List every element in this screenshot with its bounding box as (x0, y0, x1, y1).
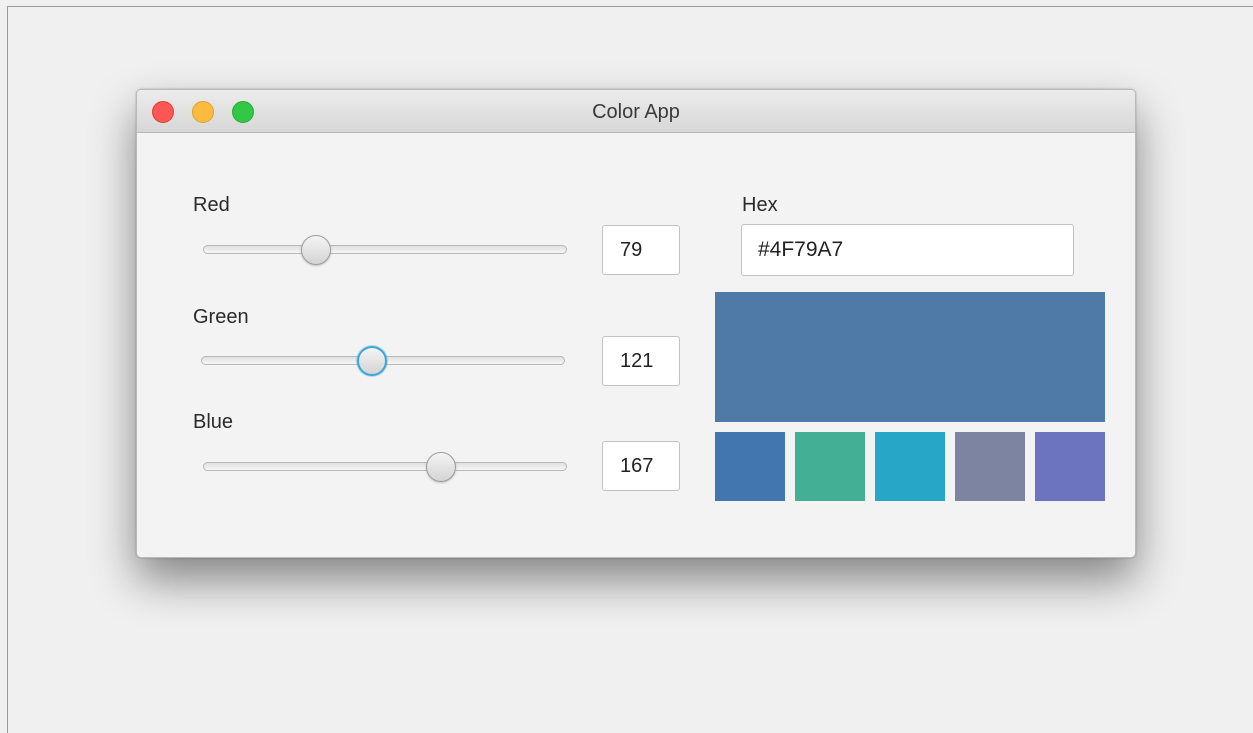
green-label: Green (193, 306, 249, 328)
green-slider[interactable] (201, 346, 565, 376)
palette-swatch[interactable] (795, 432, 865, 501)
palette-swatch[interactable] (875, 432, 945, 501)
palette-swatch[interactable] (1035, 432, 1105, 501)
hex-input[interactable] (741, 224, 1074, 276)
palette-swatch[interactable] (715, 432, 785, 501)
red-slider[interactable] (203, 235, 567, 265)
red-slider-track[interactable] (203, 245, 567, 254)
red-slider-thumb[interactable] (300, 235, 331, 265)
color-app-window: Color App Red 79 Green 121 Blue 167 Hex (136, 89, 1136, 558)
window-title: Color App (592, 101, 680, 123)
palette-swatch[interactable] (955, 432, 1025, 501)
blue-slider-thumb[interactable] (426, 452, 457, 482)
blue-label: Blue (193, 411, 234, 433)
red-value-field[interactable]: 79 (602, 225, 680, 275)
hex-label: Hex (742, 194, 778, 216)
title-bar[interactable]: Color App (137, 90, 1135, 133)
green-value-field[interactable]: 121 (602, 336, 680, 386)
blue-value-field[interactable]: 167 (602, 441, 680, 491)
color-preview (715, 292, 1105, 422)
blue-slider[interactable] (203, 452, 567, 482)
red-label: Red (193, 194, 230, 216)
green-slider-thumb[interactable] (357, 346, 388, 376)
blue-slider-track[interactable] (203, 462, 567, 471)
